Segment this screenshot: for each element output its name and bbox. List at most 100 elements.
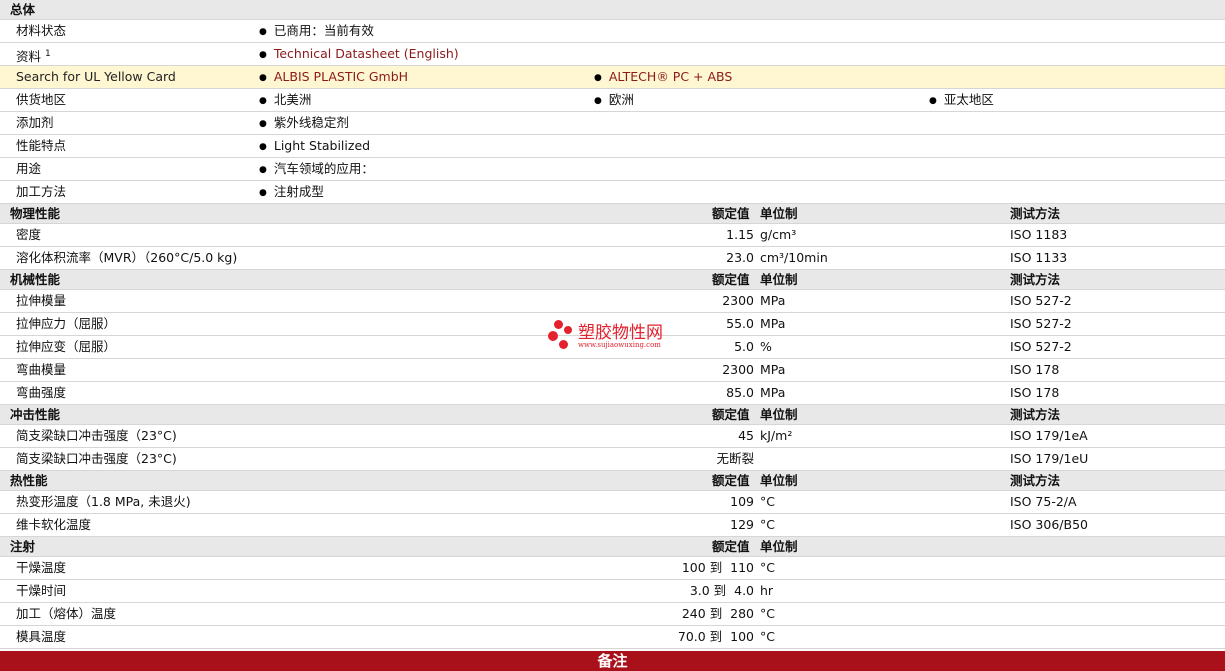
row-value: 129: [730, 517, 754, 532]
row-label: 简支梁缺口冲击强度（23°C): [16, 428, 177, 443]
col-method: 测试方法: [1010, 206, 1061, 221]
row-value: 1.15: [726, 227, 754, 242]
row-value: 2300: [722, 362, 754, 377]
table-row: 简支梁缺口冲击强度（23°C) 45 kJ/m² ISO 179/1eA: [0, 425, 1225, 448]
row-method: ISO 527-2: [1010, 293, 1072, 308]
row-label-wrap: 资料 1: [16, 43, 51, 68]
col-rated: 额定值: [712, 473, 750, 488]
supplier-link[interactable]: ALBIS PLASTIC GmbH: [274, 69, 408, 84]
section-title: 总体: [10, 2, 36, 17]
section-thermal-header: 热性能 额定值 单位制 测试方法: [0, 471, 1225, 491]
row-label: 简支梁缺口冲击强度（23°C): [16, 451, 177, 466]
row-label: 干燥时间: [16, 583, 67, 598]
section-title: 物理性能: [10, 206, 61, 221]
footnote-marker: 1: [45, 49, 51, 59]
col-unit: 单位制: [760, 473, 798, 488]
row-unit: °C: [760, 494, 775, 509]
col-unit: 单位制: [760, 272, 798, 287]
ul-search-link[interactable]: Search for UL Yellow Card: [16, 66, 176, 88]
row-value: 无断裂: [716, 451, 754, 466]
table-row: 维卡软化温度 129 °C ISO 306/B50: [0, 514, 1225, 537]
row-unit: °C: [760, 560, 775, 575]
row-supply-region: 供货地区 北美洲 欧洲 亚太地区: [0, 89, 1225, 112]
row-unit: MPa: [760, 362, 786, 377]
col-rated: 额定值: [712, 272, 750, 287]
row-unit: MPa: [760, 293, 786, 308]
row-label: 加工方法: [16, 184, 67, 199]
row-label: 拉伸应力（屈服）: [16, 316, 117, 331]
row-value: 240 到 280: [681, 606, 754, 621]
row-label: 资料: [16, 49, 42, 65]
row-unit: °C: [760, 629, 775, 644]
row-method: ISO 306/B50: [1010, 517, 1088, 532]
table-row: 干燥温度 100 到 110 °C: [0, 557, 1225, 580]
section-title: 热性能: [10, 473, 48, 488]
row-label: 性能特点: [16, 138, 67, 153]
section-general-header: 总体: [0, 0, 1225, 20]
col-method: 测试方法: [1010, 272, 1061, 287]
row-label: 拉伸模量: [16, 293, 67, 308]
row-label: 密度: [16, 227, 42, 242]
table-row: 干燥时间 3.0 到 4.0 hr: [0, 580, 1225, 603]
row-value: 45: [738, 428, 754, 443]
row-unit: hr: [760, 583, 774, 598]
section-injection-header: 注射 额定值 单位制: [0, 537, 1225, 557]
row-label: 弯曲模量: [16, 362, 67, 377]
row-value: 3.0 到 4.0: [689, 583, 754, 598]
row-uses: 用途 汽车领域的应用：: [0, 158, 1225, 181]
row-method: ISO 527-2: [1010, 316, 1072, 331]
table-row: 加工（熔体）温度 240 到 280 °C: [0, 603, 1225, 626]
row-method: ISO 179/1eU: [1010, 451, 1089, 466]
col-method: 测试方法: [1010, 407, 1061, 422]
region-north-america: 北美洲: [259, 89, 312, 113]
table-row: 拉伸模量 2300 MPa ISO 527-2: [0, 290, 1225, 313]
row-value: 23.0: [726, 250, 754, 265]
row-value: 紫外线稳定剂: [259, 112, 349, 136]
row-label: 拉伸应变（屈服）: [16, 339, 117, 354]
row-label: 供货地区: [16, 92, 67, 107]
row-unit: °C: [760, 606, 775, 621]
row-value: Light Stabilized: [259, 135, 370, 159]
row-method: ISO 1133: [1010, 250, 1068, 265]
row-label: 加工（熔体）温度: [16, 606, 117, 621]
row-value-bullet: ALBIS PLASTIC GmbH: [259, 66, 408, 90]
row-label: 热变形温度（1.8 MPa, 未退火): [16, 494, 191, 509]
table-row: 密度 1.15 g/cm³ ISO 1183: [0, 224, 1225, 247]
row-unit: g/cm³: [760, 227, 797, 242]
row-method: ISO 75-2/A: [1010, 494, 1077, 509]
row-method: ISO 178: [1010, 362, 1060, 377]
row-features: 性能特点 Light Stabilized: [0, 135, 1225, 158]
col-rated: 额定值: [712, 407, 750, 422]
row-label: 模具温度: [16, 629, 67, 644]
row-unit: MPa: [760, 316, 786, 331]
table-row: 溶化体积流率（MVR）（260°C/5.0 kg) 23.0 cm³/10min…: [0, 247, 1225, 270]
product-link[interactable]: ALTECH® PC + ABS: [609, 69, 732, 84]
row-unit: kJ/m²: [760, 428, 793, 443]
col-unit: 单位制: [760, 206, 798, 221]
row-additive: 添加剂 紫外线稳定剂: [0, 112, 1225, 135]
watermark-url: www.sujiaowuxing.com: [578, 341, 661, 349]
row-resources: 资料 1 Technical Datasheet (English): [0, 43, 1225, 66]
section-title: 机械性能: [10, 272, 61, 287]
table-row: 弯曲强度 85.0 MPa ISO 178: [0, 382, 1225, 405]
row-value: 汽车领域的应用：: [259, 158, 374, 182]
region-asia-pacific: 亚太地区: [929, 89, 994, 113]
col-rated: 额定值: [712, 206, 750, 221]
row-value: 109: [730, 494, 754, 509]
row-value: 已商用：当前有效: [259, 20, 374, 44]
datasheet-link[interactable]: Technical Datasheet (English): [274, 46, 459, 61]
watermark-title: 塑胶物性网: [578, 323, 663, 343]
region-europe: 欧洲: [594, 89, 634, 113]
row-unit: cm³/10min: [760, 250, 828, 265]
row-label: 添加剂: [16, 115, 54, 130]
table-row: 热变形温度（1.8 MPa, 未退火) 109 °C ISO 75-2/A: [0, 491, 1225, 514]
section-impact-header: 冲击性能 额定值 单位制 测试方法: [0, 405, 1225, 425]
row-value-bullet: Technical Datasheet (English): [259, 43, 459, 67]
watermark-logo: 塑胶物性网 www.sujiaowuxing.com: [548, 318, 688, 354]
row-method: ISO 527-2: [1010, 339, 1072, 354]
section-mechanical-header: 机械性能 额定值 单位制 测试方法: [0, 270, 1225, 290]
section-title: 冲击性能: [10, 407, 61, 422]
row-label: 维卡软化温度: [16, 517, 92, 532]
table-row: 弯曲模量 2300 MPa ISO 178: [0, 359, 1225, 382]
notes-section-header[interactable]: 备注: [0, 651, 1225, 671]
